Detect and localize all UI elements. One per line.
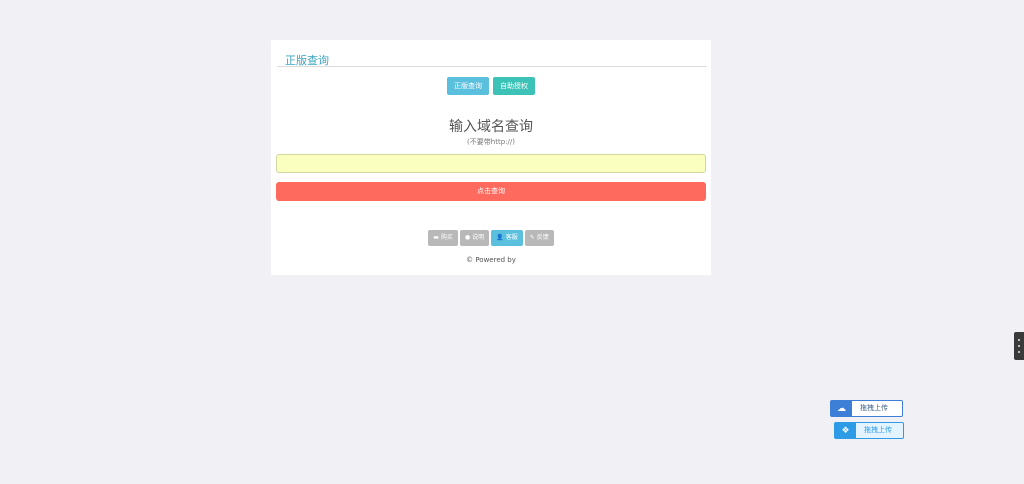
- side-toolbar-tab[interactable]: [1014, 332, 1024, 360]
- info-label: 说明: [472, 234, 485, 241]
- image-icon: ▬: [433, 234, 439, 241]
- feedback-label: 反馈: [536, 234, 549, 241]
- feedback-button[interactable]: ✎ 反馈: [524, 230, 554, 246]
- domain-input[interactable]: [276, 154, 706, 173]
- footer-button-row: ▬ 购买 ● 说明 👤 客服 ✎ 反馈: [271, 230, 711, 246]
- title-divider: [277, 66, 707, 67]
- pencil-icon: ✎: [529, 234, 535, 241]
- support-label: 客服: [505, 234, 518, 241]
- page-subheading: (不要带http://): [467, 138, 515, 146]
- drag-upload-button-baidu[interactable]: ❖ 拖拽上传: [834, 422, 904, 439]
- buy-label: 购买: [440, 234, 453, 241]
- powered-by-text: © Powered by: [466, 256, 516, 264]
- user-icon: 👤: [496, 234, 504, 241]
- dot-icon: [1018, 351, 1020, 353]
- upload-label: 拖拽上传: [860, 404, 888, 412]
- dot-icon: [1018, 339, 1020, 341]
- query-panel: 正版查询 正版查询 自助授权 输入域名查询 (不要带http://) 点击查询 …: [271, 40, 711, 275]
- upload-label: 拖拽上传: [864, 426, 892, 434]
- cloud-icon: ☁: [831, 401, 852, 416]
- tab-row: 正版查询 自助授权: [271, 77, 711, 95]
- buy-button[interactable]: ▬ 购买: [428, 230, 458, 246]
- tab-genuine-query[interactable]: 正版查询: [447, 77, 489, 95]
- submit-query-button[interactable]: 点击查询: [276, 182, 706, 201]
- page-heading: 输入域名查询: [449, 119, 533, 135]
- info-button[interactable]: ● 说明: [459, 230, 490, 246]
- cluster-icon: ❖: [835, 423, 856, 438]
- tab-self-authorize[interactable]: 自助授权: [493, 77, 535, 95]
- info-icon: ●: [464, 234, 471, 241]
- support-button[interactable]: 👤 客服: [491, 230, 523, 246]
- dot-icon: [1018, 345, 1020, 347]
- drag-upload-button-cloud[interactable]: ☁ 拖拽上传: [830, 400, 903, 417]
